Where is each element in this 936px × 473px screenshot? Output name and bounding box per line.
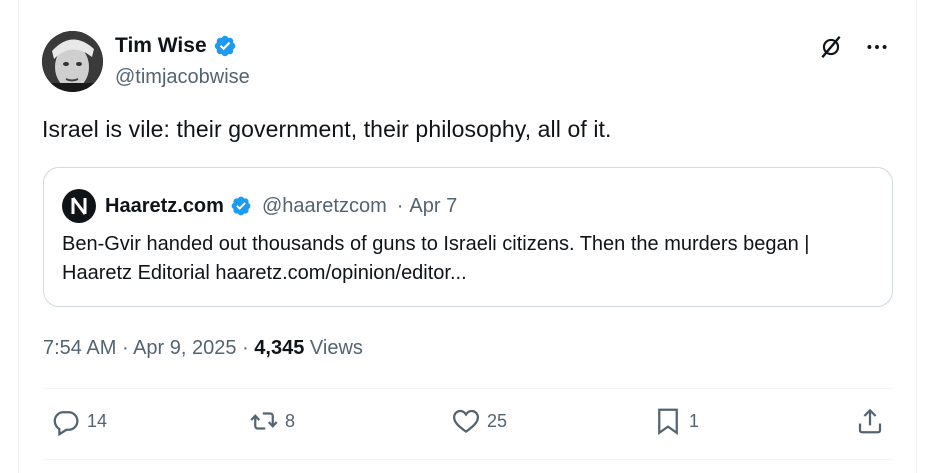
share-icon <box>858 408 882 434</box>
author-name[interactable]: Tim Wise <box>115 34 207 58</box>
tweet-time[interactable]: 7:54 AM <box>43 337 116 359</box>
divider <box>43 388 893 389</box>
tweet-date[interactable]: Apr 9, 2025 <box>133 337 236 359</box>
quoted-author-handle: @haaretzcom <box>261 194 387 217</box>
like-button[interactable]: 25 <box>451 406 507 436</box>
reply-count: 14 <box>87 410 108 431</box>
reply-button[interactable]: 14 <box>51 406 107 436</box>
more-icon[interactable] <box>864 34 890 60</box>
bookmark-count: 1 <box>689 410 700 431</box>
tweet-text: Israel is vile: their government, their … <box>42 116 612 142</box>
verified-badge-icon <box>214 35 235 57</box>
retweet-button[interactable]: 8 <box>249 406 295 436</box>
quoted-tweet[interactable]: Haaretz.com @haaretzcom · Apr 7 Ben-Gvir… <box>43 167 893 307</box>
retweet-icon <box>250 412 278 430</box>
grok-icon[interactable] <box>818 34 844 60</box>
haaretz-logo-icon <box>62 189 96 223</box>
meta-separator: · <box>121 337 129 359</box>
bookmark-icon <box>658 408 678 436</box>
author-handle[interactable]: @timjacobwise <box>115 66 250 89</box>
quoted-separator: · <box>396 194 404 217</box>
author-name-row: Tim Wise <box>115 34 237 58</box>
views-count: 4,345 <box>254 337 305 359</box>
action-bar: 14 8 25 1 <box>43 406 893 446</box>
tweet-header: Tim Wise @timjacobwise <box>42 28 894 94</box>
tweet-meta: 7:54 AM · Apr 9, 2025 · 4,345 Views <box>43 337 363 360</box>
heart-icon <box>452 409 480 434</box>
quoted-tweet-text: Ben-Gvir handed out thousands of guns to… <box>62 233 810 284</box>
meta-separator: · <box>242 337 249 359</box>
quoted-date: Apr 7 <box>409 194 458 217</box>
retweet-count: 8 <box>285 410 296 431</box>
quoted-tweet-header: Haaretz.com @haaretzcom · Apr 7 <box>62 189 457 223</box>
divider <box>43 459 893 460</box>
reply-icon <box>53 411 79 436</box>
views-label: Views <box>309 337 363 359</box>
bookmark-button[interactable]: 1 <box>653 406 699 436</box>
top-actions <box>818 34 890 60</box>
verified-badge-icon <box>231 196 251 216</box>
share-button[interactable] <box>855 406 885 436</box>
author-avatar[interactable] <box>42 31 103 92</box>
like-count: 25 <box>487 410 508 431</box>
quoted-author-name[interactable]: Haaretz.com <box>105 195 224 218</box>
